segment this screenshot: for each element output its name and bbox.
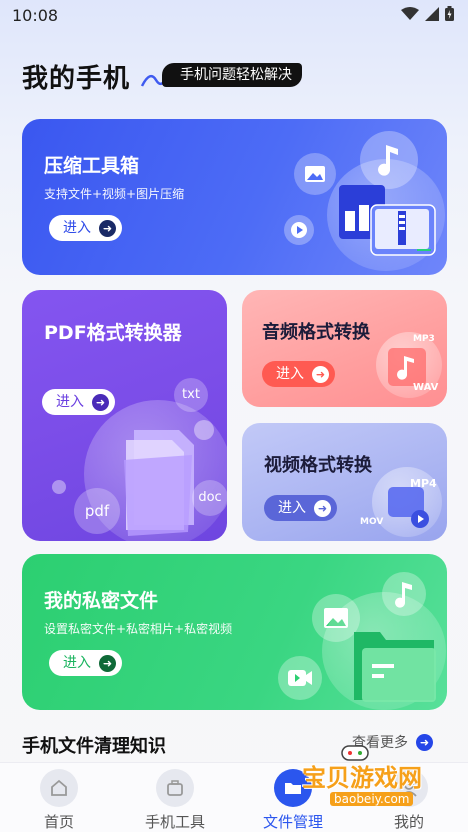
signal-icon — [425, 6, 439, 25]
card-desc: 支持文件+视频+图片压缩 — [44, 187, 185, 201]
nav-item-tools[interactable]: 手机工具 — [120, 769, 230, 832]
status-icons — [401, 6, 454, 25]
wifi-icon — [401, 6, 419, 25]
watermark-url: baobeiy.com — [330, 792, 414, 806]
enter-label: 进入 — [278, 500, 306, 516]
mov-badge: MOV — [360, 517, 384, 527]
card-desc: 设置私密文件+私密相片+私密视频 — [44, 622, 233, 636]
video-icon — [278, 656, 322, 700]
arrow-right-icon: ➜ — [99, 654, 116, 672]
page-title: 我的手机 — [22, 64, 131, 94]
enter-label: 进入 — [63, 220, 91, 236]
home-icon — [40, 769, 78, 807]
arrow-right-icon: ➜ — [314, 499, 331, 517]
nav-item-home[interactable]: 首页 — [4, 769, 114, 832]
status-time: 10:08 — [12, 6, 59, 25]
wav-badge: WAV — [413, 382, 439, 393]
compress-toolbox-card[interactable]: 压缩工具箱 支持文件+视频+图片压缩 进入 ➜ — [22, 119, 447, 275]
private-files-card[interactable]: 我的私密文件 设置私密文件+私密相片+私密视频 进入 ➜ — [22, 554, 447, 710]
nav-label: 文件管理 — [262, 813, 323, 831]
enter-label: 进入 — [56, 394, 84, 410]
watermark-text: 宝贝游戏网 — [302, 764, 422, 792]
toolbox-icon — [156, 769, 194, 807]
audio-converter-card[interactable]: 音频格式转换 进入 ➜ MP3 WAV — [242, 290, 447, 407]
enter-label: 进入 — [276, 366, 304, 382]
enter-label: 进入 — [63, 655, 91, 671]
video-enter-button[interactable]: 进入 ➜ — [264, 495, 337, 521]
card-title: 压缩工具箱 — [44, 155, 140, 177]
card-title: 视频格式转换 — [264, 455, 372, 476]
nav-label: 首页 — [43, 813, 74, 831]
pdf-badge: pdf — [74, 488, 120, 534]
audio-enter-button[interactable]: 进入 ➜ — [262, 361, 335, 387]
bubble — [194, 420, 214, 440]
card-title: 音频格式转换 — [262, 322, 370, 343]
pdf-converter-card[interactable]: PDF格式转换器 进入 ➜ txt doc pdf — [22, 290, 227, 541]
nav-label: 手机工具 — [144, 813, 205, 831]
mp4-badge: MP4 — [410, 477, 437, 490]
mp3-badge: MP3 — [413, 334, 435, 344]
video-converter-card[interactable]: 视频格式转换 进入 ➜ MP4 MOV — [242, 423, 447, 541]
card-title: PDF格式转换器 — [44, 322, 182, 344]
private-enter-button[interactable]: 进入 ➜ — [49, 650, 122, 676]
compress-illustration — [327, 159, 445, 271]
nav-label: 我的 — [393, 813, 424, 831]
arrow-right-icon: ➜ — [312, 365, 329, 383]
video-icon — [284, 215, 314, 245]
section-title: 手机文件清理知识 — [22, 736, 166, 757]
txt-badge: txt — [174, 378, 208, 412]
folder-illustration — [322, 592, 446, 710]
arrow-right-icon: ➜ — [99, 219, 116, 237]
watermark: 宝贝游戏网 baobeiy.com — [300, 742, 450, 812]
page-subtitle: 手机问题轻松解决 — [162, 63, 302, 87]
bubble — [52, 480, 66, 494]
status-bar: 10:08 — [0, 0, 468, 32]
card-title: 我的私密文件 — [44, 590, 159, 612]
doc-badge: doc — [192, 480, 227, 516]
compress-enter-button[interactable]: 进入 ➜ — [49, 215, 122, 241]
battery-icon — [445, 6, 454, 25]
